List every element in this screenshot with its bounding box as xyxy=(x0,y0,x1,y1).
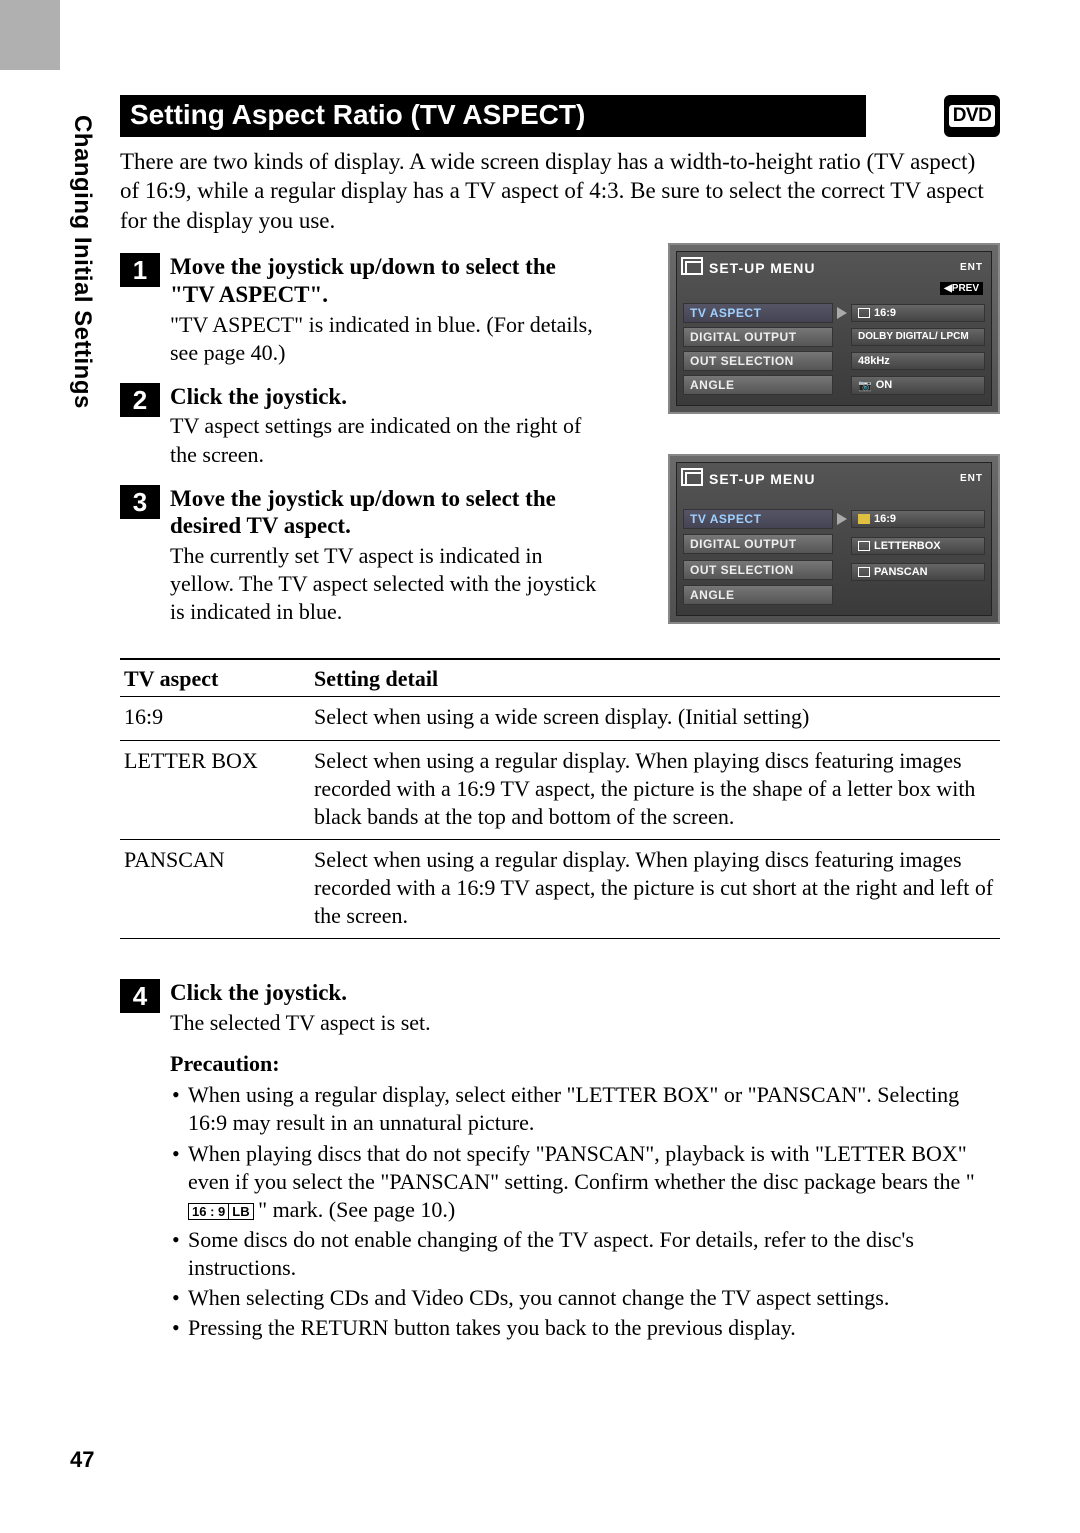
table-cell-aspect: LETTER BOX xyxy=(120,740,310,839)
menu-option: LETTERBOX xyxy=(874,540,941,552)
menu-item-out-selection: OUT SELECTION xyxy=(683,351,833,371)
menu-value: 16:9 xyxy=(874,307,896,319)
menu-value: ON xyxy=(876,379,893,391)
menu-value: DOLBY DIGITAL/ LPCM xyxy=(851,328,985,346)
table-cell-aspect: PANSCAN xyxy=(120,840,310,939)
arrow-right-icon xyxy=(837,307,847,319)
page-number: 47 xyxy=(70,1447,94,1473)
table-header-aspect: TV aspect xyxy=(120,659,310,697)
prev-badge: ◀PREV xyxy=(940,282,983,295)
overlap-squares-icon xyxy=(685,261,703,275)
menu-title: SET-UP MENU xyxy=(709,260,815,276)
menu-value: 16:9 xyxy=(874,513,896,525)
table-row: PANSCAN Select when using a regular disp… xyxy=(120,840,1000,939)
aspect-icon xyxy=(858,514,870,524)
section-label: Changing Initial Settings xyxy=(68,115,96,409)
setup-menu-figure-2: SET-UP MENU ENT TV ASPECT 16:9 DIGITAL O… xyxy=(668,454,1000,624)
precaution-item: Some discs do not enable changing of the… xyxy=(170,1226,1000,1282)
step-title: Click the joystick. xyxy=(170,979,1000,1007)
aspect-icon xyxy=(858,541,870,551)
step-number: 1 xyxy=(120,253,160,287)
menu-title: SET-UP MENU xyxy=(709,471,815,487)
table-cell-detail: Select when using a regular display. Whe… xyxy=(310,740,1000,839)
tv-aspect-table: TV aspect Setting detail 16:9 Select whe… xyxy=(120,658,1000,939)
aspect-mark-icon: 16 : 9LB xyxy=(188,1204,253,1221)
precaution-item: When selecting CDs and Video CDs, you ca… xyxy=(170,1284,1000,1312)
arrow-right-icon xyxy=(837,513,847,525)
step-title: Move the joystick up/down to select the … xyxy=(170,253,600,308)
menu-value: 48kHz xyxy=(851,352,985,370)
precaution-heading: Precaution: xyxy=(170,1051,1000,1077)
table-cell-aspect: 16:9 xyxy=(120,697,310,740)
step-body: "TV ASPECT" is indicated in blue. (For d… xyxy=(170,311,600,367)
step-title: Click the joystick. xyxy=(170,383,600,411)
precaution-text: When playing discs that do not specify "… xyxy=(188,1141,975,1194)
table-header-detail: Setting detail xyxy=(310,659,1000,697)
step-number: 4 xyxy=(120,979,160,1013)
table-cell-detail: Select when using a wide screen display.… xyxy=(310,697,1000,740)
table-row: LETTER BOX Select when using a regular d… xyxy=(120,740,1000,839)
step-number: 2 xyxy=(120,383,160,417)
menu-item-tv-aspect: TV ASPECT xyxy=(683,303,833,323)
aspect-icon xyxy=(858,567,870,577)
step-body: The selected TV aspect is set. xyxy=(170,1009,1000,1037)
overlap-squares-icon xyxy=(685,472,703,486)
setup-menu-figure-1: SET-UP MENU ENT ◀PREV TV ASPECT 16:9 DIG… xyxy=(668,243,1000,414)
intro-text: There are two kinds of display. A wide s… xyxy=(120,147,1000,235)
precaution-item: Pressing the RETURN button takes you bac… xyxy=(170,1314,1000,1342)
precaution-item: When using a regular display, select eit… xyxy=(170,1081,1000,1137)
step-number: 3 xyxy=(120,485,160,519)
margin-strip xyxy=(0,0,60,70)
table-row: 16:9 Select when using a wide screen dis… xyxy=(120,697,1000,740)
menu-item-angle: ANGLE xyxy=(683,585,833,605)
step-body: The currently set TV aspect is indicated… xyxy=(170,542,600,626)
menu-item-out-selection: OUT SELECTION xyxy=(683,560,833,580)
page-title: Setting Aspect Ratio (TV ASPECT) xyxy=(120,95,866,137)
aspect-icon xyxy=(858,308,870,318)
ent-icon: ENT xyxy=(960,474,983,484)
dvd-badge: DVD xyxy=(944,95,1000,137)
menu-option: PANSCAN xyxy=(874,566,928,578)
menu-item-digital-output: DIGITAL OUTPUT xyxy=(683,534,833,554)
precaution-item: When playing discs that do not specify "… xyxy=(170,1140,1000,1224)
precaution-text: " mark. (See page 10.) xyxy=(258,1197,455,1222)
menu-item-digital-output: DIGITAL OUTPUT xyxy=(683,327,833,347)
ent-icon: ENT xyxy=(960,263,983,273)
camera-icon: 📷 xyxy=(858,379,872,392)
step-title: Move the joystick up/down to select the … xyxy=(170,485,600,540)
table-cell-detail: Select when using a regular display. Whe… xyxy=(310,840,1000,939)
step-body: TV aspect settings are indicated on the … xyxy=(170,412,600,468)
menu-item-angle: ANGLE xyxy=(683,375,833,395)
dvd-badge-text: DVD xyxy=(949,105,996,127)
menu-item-tv-aspect: TV ASPECT xyxy=(683,509,833,529)
